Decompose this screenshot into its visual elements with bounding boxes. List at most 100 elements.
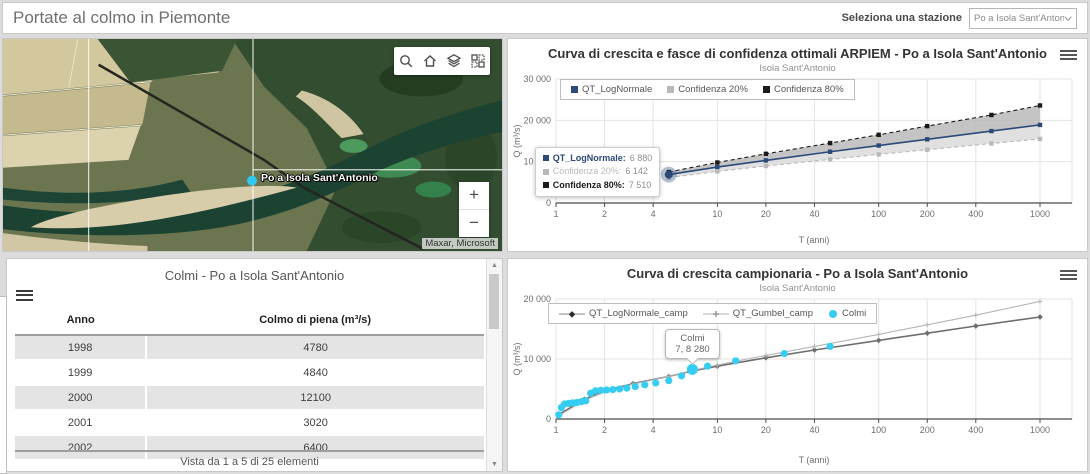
tooltip-line: Confidenza 20%: 6 142 <box>542 165 653 179</box>
svg-text:20: 20 <box>761 209 771 219</box>
home-icon[interactable] <box>418 47 442 75</box>
svg-text:10 000: 10 000 <box>523 354 551 364</box>
table-row[interactable]: 1999 4840 <box>15 360 484 386</box>
table-row[interactable]: 2000 12100 <box>15 385 484 411</box>
table-menu-icon[interactable] <box>16 287 33 303</box>
colmi-point[interactable] <box>582 397 590 405</box>
svg-text:1000: 1000 <box>1030 425 1050 435</box>
colmi-point[interactable] <box>686 363 698 375</box>
table-scrollbar[interactable]: ▲ ▼ <box>486 259 502 471</box>
tooltip-line: Confidenza 80%: 7 510 <box>542 179 653 193</box>
svg-text:400: 400 <box>968 425 983 435</box>
colmi-point[interactable] <box>732 357 740 365</box>
svg-text:4: 4 <box>651 209 656 219</box>
legend-item-line-plus[interactable]: QT_Gumbel_camp <box>702 308 814 319</box>
table-cell: 1998 <box>15 335 148 361</box>
svg-text:2: 2 <box>602 425 607 435</box>
table-pagination-status: Vista da 1 a 5 di 25 elementi <box>15 450 484 471</box>
column-header-anno[interactable]: Anno <box>15 309 147 336</box>
legend-label: Confidenza 20% <box>678 84 748 95</box>
colmi-point[interactable] <box>826 342 834 350</box>
colmi-point[interactable] <box>780 350 788 358</box>
station-selector-label: Seleziona una stazione <box>841 12 962 24</box>
scroll-down-icon[interactable]: ▼ <box>487 461 502 468</box>
table-cell: 2001 <box>15 410 148 436</box>
colmi-table-body: 1998 4780 1999 4840 2000 12100 2001 3020 2002 640… <box>15 335 484 461</box>
map-panel: Po a Isola Sant'Antonio + − Maxar, Micro… <box>2 38 503 252</box>
table-row[interactable]: 2001 3020 <box>15 410 484 436</box>
colmi-point[interactable] <box>631 383 639 391</box>
table-header-row: Anno Colmo di piena (m³/s) <box>15 309 484 336</box>
station-selector-value: Po a Isola Sant'Antonio <box>974 12 1064 24</box>
station-selector-dropdown[interactable]: Po a Isola Sant'Antonio <box>969 7 1077 29</box>
colmi-point[interactable] <box>616 385 624 393</box>
colmi-point[interactable] <box>652 379 660 387</box>
station-selector: Seleziona una stazione Po a Isola Sant'A… <box>841 7 1077 29</box>
table-cell: 12100 <box>146 385 484 411</box>
zoom-in-button[interactable]: + <box>459 182 489 210</box>
svg-text:10: 10 <box>712 209 722 219</box>
legend-label: QT_Gumbel_camp <box>732 308 814 319</box>
legend-item-square[interactable]: QT_LogNormale <box>571 84 652 95</box>
legend-label: QT_LogNormale_camp <box>589 308 688 319</box>
svg-text:1: 1 <box>553 209 558 219</box>
svg-text:2: 2 <box>602 209 607 219</box>
station-marker[interactable] <box>247 175 257 186</box>
chevron-down-icon <box>1064 15 1072 21</box>
svg-text:0: 0 <box>546 198 551 208</box>
layers-icon[interactable] <box>442 47 466 75</box>
colmi-point[interactable] <box>665 377 673 385</box>
svg-text:400: 400 <box>968 209 983 219</box>
basemap-icon[interactable] <box>466 47 490 75</box>
colmi-point[interactable] <box>603 386 611 394</box>
chart-legend: QT_LogNormale Confidenza 20% Confidenza 80… <box>560 79 855 100</box>
colmi-point[interactable] <box>677 372 686 380</box>
svg-text:200: 200 <box>920 425 935 435</box>
chart-menu-icon[interactable] <box>1060 48 1077 62</box>
tooltip-line: QT_LogNormale: 6 880 <box>542 152 652 166</box>
table-title: Colmi - Po a Isola Sant'Antonio <box>164 268 345 283</box>
table-cell: 2000 <box>15 385 148 411</box>
legend-item-square[interactable]: Confidenza 80% <box>762 84 844 95</box>
colmi-table: Anno Colmo di piena (m³/s) 1998 4780 1999 4… <box>15 309 484 461</box>
search-icon[interactable] <box>394 47 418 75</box>
svg-text:Q (m³/s): Q (m³/s) <box>512 125 522 158</box>
table-cell: 4780 <box>146 335 484 361</box>
svg-text:4: 4 <box>651 425 656 435</box>
svg-text:20: 20 <box>761 425 771 435</box>
svg-text:T (anni): T (anni) <box>799 455 830 465</box>
colmi-point[interactable] <box>641 381 649 389</box>
zoom-out-button[interactable]: − <box>459 210 489 237</box>
svg-text:100: 100 <box>871 209 886 219</box>
colmi-point[interactable] <box>609 386 617 394</box>
colmi-point[interactable] <box>703 362 712 370</box>
header-bar: Portate al colmo in Piemonte Seleziona u… <box>2 2 1088 34</box>
svg-text:30 000: 30 000 <box>523 74 551 84</box>
scrollbar-thumb[interactable] <box>489 274 499 329</box>
svg-text:Q (m³/s): Q (m³/s) <box>512 343 522 376</box>
collapsed-panel-strip[interactable] <box>0 296 7 474</box>
point-tooltip: Colmi 7, 8 280 <box>665 329 720 360</box>
chart-menu-icon[interactable] <box>1060 268 1077 282</box>
svg-text:1000: 1000 <box>1030 209 1050 219</box>
svg-text:40: 40 <box>809 209 819 219</box>
svg-text:10: 10 <box>712 425 722 435</box>
svg-text:40: 40 <box>809 425 819 435</box>
colmi-point[interactable] <box>623 384 631 392</box>
chart-legend: QT_LogNormale_camp QT_Gumbel_camp Colmi <box>548 303 878 324</box>
svg-text:1: 1 <box>553 425 558 435</box>
svg-text:200: 200 <box>920 209 935 219</box>
scroll-up-icon[interactable]: ▲ <box>487 262 502 269</box>
map-zoom-control: + − <box>459 182 489 237</box>
table-row[interactable]: 1998 4780 <box>15 335 484 361</box>
legend-label: QT_LogNormale <box>582 84 653 95</box>
legend-label: Confidenza 80% <box>773 84 844 95</box>
colmi-point[interactable] <box>555 411 563 419</box>
chart-title: Curva di crescita campionaria - Po a Iso… <box>626 266 969 281</box>
legend-item-dot[interactable]: Colmi <box>828 308 866 319</box>
tooltip-series-name: Colmi <box>680 333 705 345</box>
column-header-colmo[interactable]: Colmo di piena (m³/s) <box>146 309 484 336</box>
colmi-table-panel: Colmi - Po a Isola Sant'Antonio Anno Col… <box>6 258 503 472</box>
legend-item-square[interactable]: Confidenza 20% <box>667 84 748 95</box>
legend-item-line-diamond[interactable]: QT_LogNormale_camp <box>559 308 688 319</box>
